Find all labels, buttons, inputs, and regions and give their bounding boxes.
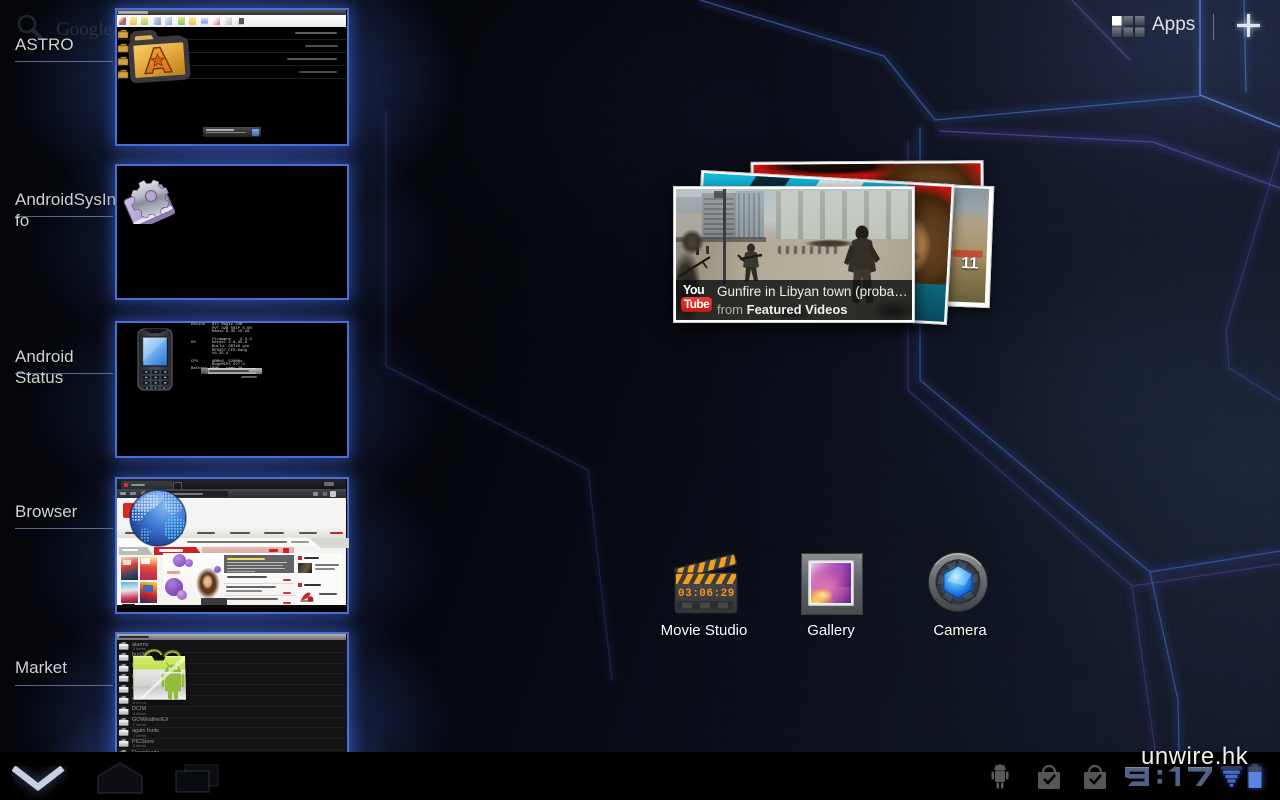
svg-text:03:06:29: 03:06:29: [678, 588, 735, 600]
